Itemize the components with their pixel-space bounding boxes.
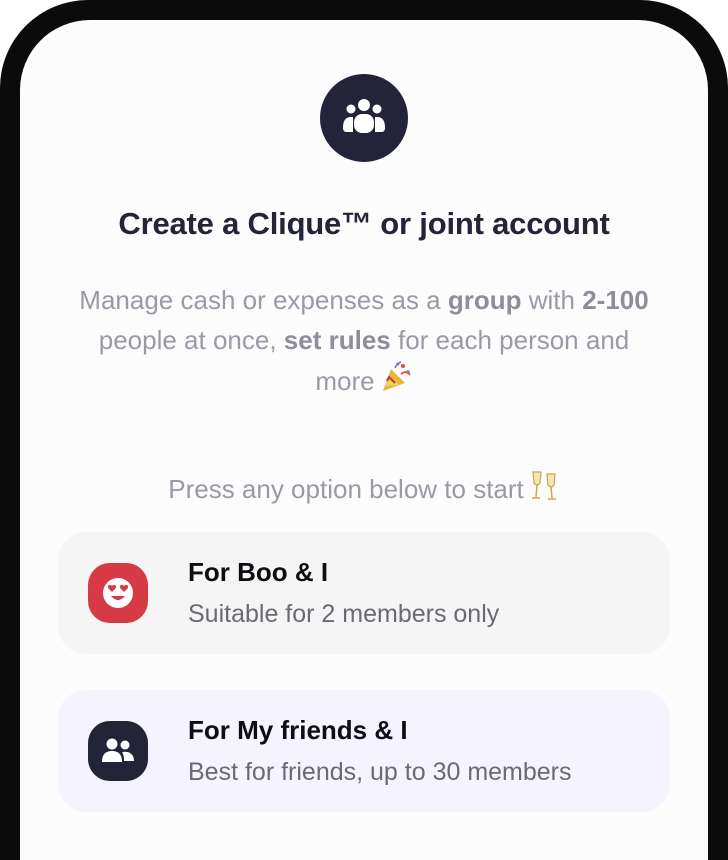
- option-boo-and-i[interactable]: For Boo & I Suitable for 2 members only: [58, 532, 670, 654]
- option-title: For My friends & I: [188, 715, 408, 745]
- description: Manage cash or expenses as a group with …: [70, 280, 658, 405]
- heart-eyes-face-icon: [88, 563, 148, 623]
- option-subtitle: Best for friends, up to 30 members: [188, 758, 572, 786]
- instruction-text: Press any option below to start: [20, 468, 708, 509]
- phone-frame: Create a Clique™ or joint account Manage…: [0, 0, 728, 860]
- friends-icon: [88, 721, 148, 781]
- option-title: For Boo & I: [188, 557, 329, 587]
- group-icon: [320, 74, 408, 162]
- champagne-glasses-icon: [528, 468, 560, 509]
- party-popper-icon: [379, 360, 413, 405]
- screen: Create a Clique™ or joint account Manage…: [20, 20, 708, 860]
- option-friends-and-i[interactable]: For My friends & I Best for friends, up …: [58, 690, 670, 812]
- page-title: Create a Clique™ or joint account: [118, 206, 610, 241]
- option-subtitle: Suitable for 2 members only: [188, 600, 500, 628]
